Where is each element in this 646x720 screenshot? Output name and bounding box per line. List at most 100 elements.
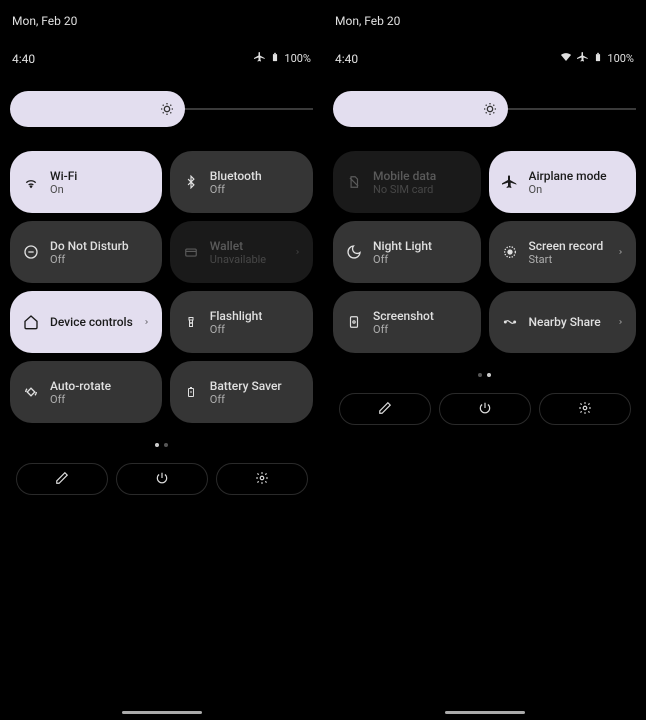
tile-title: Night Light (373, 239, 469, 253)
chevron-right-icon (143, 313, 150, 332)
battery-status-icon (593, 50, 603, 67)
page-dot (164, 443, 168, 447)
tile-device-controls[interactable]: Device controls (10, 291, 162, 353)
tile-title: Nearby Share (529, 315, 608, 329)
settings-button[interactable] (216, 463, 308, 495)
date-label: Mon, Feb 20 (10, 10, 313, 28)
airplane-status-icon (254, 51, 266, 66)
status-icons: 100% (559, 50, 634, 67)
quick-settings-panel-0: Mon, Feb 204:40100%Wi-FiOnBluetoothOffDo… (0, 0, 323, 720)
tile-night-light[interactable]: Night LightOff (333, 221, 481, 283)
sim-icon (345, 174, 363, 190)
battery-status-icon (270, 50, 280, 67)
tile-auto-rotate[interactable]: Auto-rotateOff (10, 361, 162, 423)
navigation-handle[interactable] (122, 711, 202, 714)
page-dot (478, 373, 482, 377)
power-button[interactable] (439, 393, 531, 425)
dnd-icon (22, 244, 40, 260)
date-label: Mon, Feb 20 (333, 10, 636, 28)
tile-airplane-mode[interactable]: Airplane modeOn (489, 151, 637, 213)
tile-screenshot[interactable]: ScreenshotOff (333, 291, 481, 353)
tile-title: Screen record (529, 239, 608, 253)
tile-bluetooth[interactable]: BluetoothOff (170, 151, 313, 213)
edit-button[interactable] (16, 463, 108, 495)
tile-subtitle: Off (210, 393, 301, 406)
tile-subtitle: Unavailable (210, 253, 284, 266)
tile-nearby-share[interactable]: Nearby Share (489, 291, 637, 353)
battery-icon (182, 384, 200, 400)
tile-subtitle: On (50, 183, 150, 196)
brightness-slider[interactable] (333, 91, 636, 127)
rotate-icon (22, 384, 40, 400)
tile-wifi[interactable]: Wi-FiOn (10, 151, 162, 213)
page-dot (487, 373, 491, 377)
tile-title: Bluetooth (210, 169, 301, 183)
chevron-right-icon (617, 243, 624, 262)
tile-title: Airplane mode (529, 169, 625, 183)
tile-subtitle: Off (373, 253, 469, 266)
tile-flashlight[interactable]: FlashlightOff (170, 291, 313, 353)
wifi-icon (22, 174, 40, 190)
tile-subtitle: Off (50, 393, 150, 406)
share-icon (501, 315, 519, 329)
status-bar: 4:40 100% (333, 50, 636, 67)
status-bar: 4:40 100% (10, 50, 313, 67)
brightness-slider[interactable] (10, 91, 313, 127)
wifi-status-icon (559, 51, 573, 66)
tiles-grid: Wi-FiOnBluetoothOffDo Not DisturbOffWall… (10, 151, 313, 423)
gear-icon (578, 400, 592, 419)
pencil-icon (55, 470, 69, 489)
time-label: 4:40 (12, 52, 35, 66)
quick-settings-panel-1: Mon, Feb 20 4:40 100% Mobile dataNo SIM car… (323, 0, 646, 720)
tile-subtitle: Off (50, 253, 150, 266)
tile-title: Wi-Fi (50, 169, 150, 183)
brightness-icon (333, 91, 508, 127)
tile-subtitle: Off (210, 323, 301, 336)
edit-button[interactable] (339, 393, 431, 425)
tile-mobile-data: Mobile dataNo SIM card (333, 151, 481, 213)
tile-title: Device controls (50, 315, 133, 329)
tile-subtitle: No SIM card (373, 183, 469, 196)
page-dot (155, 443, 159, 447)
bottom-actions (10, 463, 313, 495)
wallet-icon (182, 245, 200, 259)
power-button[interactable] (116, 463, 208, 495)
tile-subtitle: On (529, 183, 625, 196)
bottom-actions (333, 393, 636, 425)
flashlight-icon (182, 314, 200, 330)
record-icon (501, 244, 519, 260)
pencil-icon (378, 400, 392, 419)
tile-subtitle: Start (529, 253, 608, 266)
time-label: 4:40 (335, 52, 358, 66)
power-icon (478, 400, 492, 419)
tile-wallet: WalletUnavailable (170, 221, 313, 283)
bluetooth-icon (182, 175, 200, 189)
page-indicator (333, 373, 636, 377)
tile-title: Auto-rotate (50, 379, 150, 393)
tile-title: Mobile data (373, 169, 469, 183)
tile-subtitle: Off (373, 323, 469, 336)
navigation-handle[interactable] (445, 711, 525, 714)
chevron-right-icon (294, 243, 301, 262)
tile-screen-record[interactable]: Screen recordStart (489, 221, 637, 283)
tile-battery-saver[interactable]: Battery SaverOff (170, 361, 313, 423)
tile-title: Wallet (210, 239, 284, 253)
airplane-status-icon (577, 51, 589, 66)
gear-icon (255, 470, 269, 489)
chevron-right-icon (617, 313, 624, 332)
tile-subtitle: Off (210, 183, 301, 196)
moon-icon (345, 244, 363, 260)
airplane-icon (501, 174, 519, 190)
power-icon (155, 470, 169, 489)
settings-button[interactable] (539, 393, 631, 425)
tile-dnd[interactable]: Do Not DisturbOff (10, 221, 162, 283)
status-icons: 100% (254, 50, 311, 67)
brightness-icon (10, 91, 185, 127)
tile-title: Battery Saver (210, 379, 301, 393)
home-icon (22, 314, 40, 330)
screenshot-icon (345, 314, 363, 330)
tile-title: Do Not Disturb (50, 239, 150, 253)
page-indicator (10, 443, 313, 447)
tile-title: Flashlight (210, 309, 301, 323)
battery-percent: 100% (284, 52, 311, 65)
